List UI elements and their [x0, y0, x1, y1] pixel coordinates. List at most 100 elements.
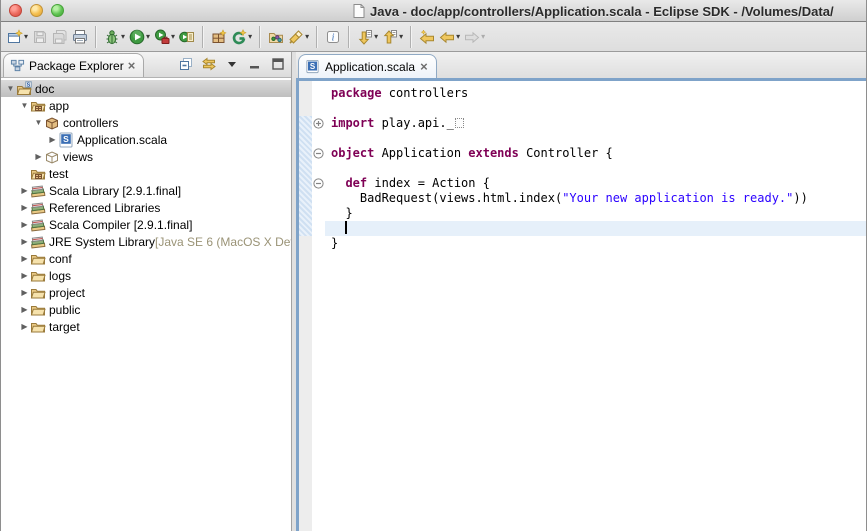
- mark-occurrences-button[interactable]: i: [323, 25, 343, 49]
- code-token: [331, 176, 345, 190]
- expand-arrow-icon[interactable]: ▶: [47, 135, 58, 144]
- tree-item-test[interactable]: test: [1, 165, 291, 182]
- tree-item-target[interactable]: ▶ target: [1, 318, 291, 335]
- tree-item-views[interactable]: ▶views: [1, 148, 291, 165]
- maximize-icon: [271, 57, 285, 74]
- collapse-fold-icon[interactable]: [313, 178, 324, 189]
- tree-item-project[interactable]: ▶ project: [1, 284, 291, 301]
- package-explorer-toolbar: [177, 56, 287, 74]
- tree-item-controllers[interactable]: ▼controllers: [1, 114, 291, 131]
- run-button[interactable]: ▾: [127, 25, 152, 49]
- collapse-arrow-icon[interactable]: ▼: [5, 84, 16, 93]
- debug-button[interactable]: ▾: [102, 25, 127, 49]
- svg-text:S: S: [63, 133, 69, 143]
- dropdown-arrow-icon[interactable]: ▾: [481, 32, 485, 41]
- dropdown-arrow-icon[interactable]: ▾: [305, 32, 309, 41]
- expand-arrow-icon[interactable]: ▶: [19, 220, 30, 229]
- code-area[interactable]: package controllers import play.api._obje…: [325, 81, 866, 531]
- current-line[interactable]: [325, 221, 866, 236]
- collapse-all-button[interactable]: [177, 56, 195, 74]
- code-line[interactable]: BadRequest(views.html.index("Your new ap…: [325, 191, 866, 206]
- title-bar[interactable]: Java - doc/app/controllers/Application.s…: [1, 0, 866, 22]
- collapse-arrow-icon[interactable]: ▼: [33, 118, 44, 127]
- tree-item-scala-compiler-2-9-1-final[interactable]: ▶Scala Compiler [2.9.1.final]: [1, 216, 291, 233]
- code-token: play.api._: [374, 116, 453, 130]
- dropdown-arrow-icon[interactable]: ▾: [24, 32, 28, 41]
- code-token: object: [331, 146, 374, 160]
- tree-item-logs[interactable]: ▶logs: [1, 267, 291, 284]
- last-edit-location-button[interactable]: [417, 25, 437, 49]
- editor-tab-application-scala[interactable]: S Application.scala ×: [298, 54, 437, 78]
- tree-item-label: target: [47, 320, 80, 334]
- external-tools-button[interactable]: ▾: [152, 25, 177, 49]
- view-menu-button[interactable]: [223, 56, 241, 74]
- tree-item-decoration: [Java SE 6 (MacOS X Def: [155, 235, 291, 249]
- package-folder-icon: [30, 98, 47, 114]
- code-line[interactable]: object Application extends Controller {: [325, 146, 866, 161]
- text-cursor: [345, 221, 347, 234]
- code-line[interactable]: [325, 131, 866, 146]
- dropdown-arrow-icon[interactable]: ▾: [171, 32, 175, 41]
- dropdown-arrow-icon[interactable]: ▾: [146, 32, 150, 41]
- project-tree: ▼Sdoc▼app▼controllers ▶ S Application.scala…: [1, 78, 291, 531]
- code-line[interactable]: package controllers: [325, 86, 866, 101]
- back-button[interactable]: ▾: [437, 25, 462, 49]
- maximize-button[interactable]: [269, 56, 287, 74]
- tree-item-public[interactable]: ▶public: [1, 301, 291, 318]
- run-icon: [129, 29, 145, 45]
- tree-item-conf[interactable]: ▶conf: [1, 250, 291, 267]
- link-with-editor-button[interactable]: [200, 56, 218, 74]
- close-editor-icon[interactable]: ×: [420, 60, 428, 73]
- expand-arrow-icon[interactable]: ▶: [19, 288, 30, 297]
- new-scala-class-button[interactable]: ▾: [229, 25, 254, 49]
- expand-arrow-icon[interactable]: ▶: [19, 203, 30, 212]
- new-wizard-button[interactable]: ▾: [5, 25, 30, 49]
- package-folder-icon: [30, 166, 47, 182]
- tree-item-application-scala[interactable]: ▶ S Application.scala: [1, 131, 291, 148]
- tree-item-label: project: [47, 286, 85, 300]
- dropdown-arrow-icon[interactable]: ▾: [374, 32, 378, 41]
- code-line[interactable]: def index = Action {: [325, 176, 866, 191]
- expand-arrow-icon[interactable]: ▶: [19, 271, 30, 280]
- code-line[interactable]: }: [325, 236, 866, 251]
- code-line[interactable]: }: [325, 206, 866, 221]
- code-line[interactable]: import play.api._: [325, 116, 866, 131]
- close-window-button[interactable]: [9, 4, 22, 17]
- open-type-button[interactable]: [266, 25, 286, 49]
- code-line[interactable]: [325, 161, 866, 176]
- new-java-package-button[interactable]: [209, 25, 229, 49]
- code-line[interactable]: [325, 101, 866, 116]
- tree-item-doc[interactable]: ▼Sdoc: [1, 80, 291, 97]
- tree-item-referenced-libraries[interactable]: ▶Referenced Libraries: [1, 199, 291, 216]
- forward-icon: [464, 29, 480, 45]
- zoom-window-button[interactable]: [51, 4, 64, 17]
- package-explorer-tab[interactable]: Package Explorer ×: [3, 53, 144, 77]
- collapsed-code-icon[interactable]: [455, 118, 464, 128]
- tree-item-scala-library-2-9-1-final[interactable]: ▶Scala Library [2.9.1.final]: [1, 182, 291, 199]
- expand-arrow-icon[interactable]: ▶: [19, 322, 30, 331]
- collapse-fold-icon[interactable]: [313, 148, 324, 159]
- previous-annotation-button[interactable]: ▾: [380, 25, 405, 49]
- dropdown-arrow-icon[interactable]: ▾: [456, 32, 460, 41]
- next-annotation-button[interactable]: ▾: [355, 25, 380, 49]
- collapse-arrow-icon[interactable]: ▼: [19, 101, 30, 110]
- minimize-button[interactable]: [246, 56, 264, 74]
- expand-fold-icon[interactable]: [313, 118, 324, 129]
- dropdown-arrow-icon[interactable]: ▾: [121, 32, 125, 41]
- tree-item-jre-system-library[interactable]: ▶JRE System Library [Java SE 6 (MacOS X …: [1, 233, 291, 250]
- tree-item-app[interactable]: ▼app: [1, 97, 291, 114]
- expand-arrow-icon[interactable]: ▶: [19, 254, 30, 263]
- expand-arrow-icon[interactable]: ▶: [33, 152, 44, 161]
- expand-arrow-icon[interactable]: ▶: [19, 237, 30, 246]
- close-view-icon[interactable]: ×: [128, 59, 136, 72]
- run-config-button[interactable]: [177, 25, 197, 49]
- expand-arrow-icon[interactable]: ▶: [19, 305, 30, 314]
- tree-item-label: Application.scala: [75, 133, 167, 147]
- search-button[interactable]: ▾: [286, 25, 311, 49]
- dropdown-arrow-icon[interactable]: ▾: [248, 32, 252, 41]
- annotation-ruler[interactable]: [299, 81, 312, 531]
- minimize-window-button[interactable]: [30, 4, 43, 17]
- print-button[interactable]: [70, 25, 90, 49]
- dropdown-arrow-icon[interactable]: ▾: [399, 32, 403, 41]
- expand-arrow-icon[interactable]: ▶: [19, 186, 30, 195]
